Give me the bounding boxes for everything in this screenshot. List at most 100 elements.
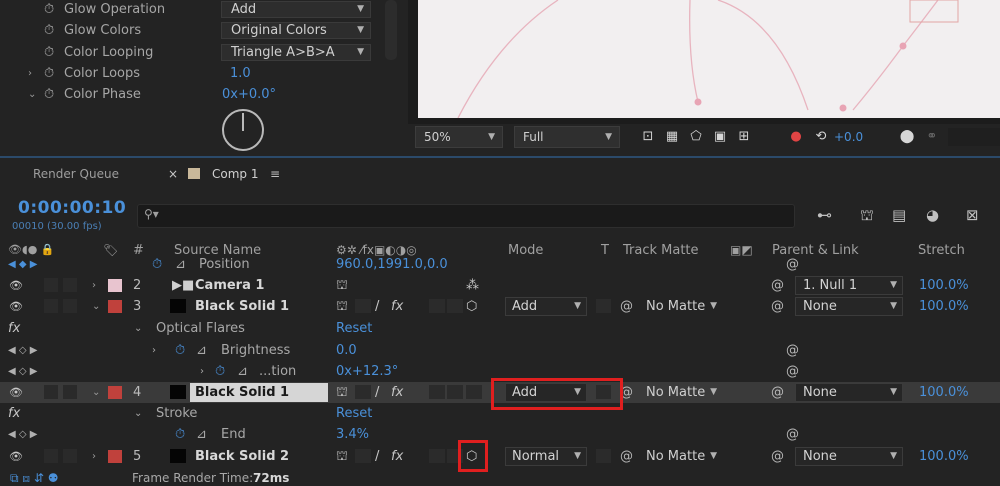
chevron-right-icon[interactable]: ›	[200, 361, 204, 382]
property-value[interactable]: 1.0	[230, 63, 251, 84]
chevron-down-icon[interactable]: ⌄	[92, 382, 100, 403]
stopwatch-icon[interactable]: ⏱	[44, 63, 54, 84]
track-matte-dropdown[interactable]: No Matte ▼	[640, 447, 722, 466]
visibility-eye-icon[interactable]: 👁	[9, 382, 23, 403]
chevron-right-icon[interactable]: ›	[92, 446, 96, 467]
lock-toggle[interactable]	[63, 449, 77, 463]
track-matte-dropdown[interactable]: No Matte ▼	[640, 383, 722, 402]
keyframe-nav-icon[interactable]: ◀ ◇ ▶	[8, 340, 37, 361]
current-time-display[interactable]: 0:00:00:10	[18, 198, 126, 218]
region-of-interest-icon[interactable]: ▣	[711, 128, 729, 146]
stopwatch-icon[interactable]: ⏱	[44, 42, 54, 63]
audio-toggle[interactable]	[44, 385, 58, 399]
pick-whip-icon[interactable]: @	[786, 361, 799, 382]
color-phase-dial[interactable]	[222, 109, 264, 151]
track-matte-pick-icon[interactable]: @	[620, 446, 633, 467]
scrollbar[interactable]	[385, 0, 397, 60]
audio-toggle[interactable]	[44, 278, 58, 292]
draft-3d-icon[interactable]: ⛫	[860, 206, 874, 226]
property-value[interactable]: 0.0	[336, 340, 357, 361]
lock-toggle[interactable]	[63, 385, 77, 399]
stopwatch-icon[interactable]: ⏱	[44, 0, 54, 20]
layer-row[interactable]: 👁 › 5 Black Solid 2 ⛫ / fx ⬡ Normal ▼ @ N…	[0, 446, 1000, 467]
layer-search-field[interactable]: ⚲▾	[137, 204, 795, 228]
stretch-value[interactable]: 100.0%	[919, 446, 969, 467]
property-value[interactable]: 3.4%	[336, 424, 369, 445]
mode-header[interactable]: Mode	[508, 243, 543, 258]
exposure-value[interactable]: +0.0	[834, 130, 863, 144]
3d-layer-switch[interactable]	[466, 385, 482, 399]
chevron-down-icon[interactable]: ⌄	[134, 318, 142, 339]
fx-switch-icon[interactable]: fx	[391, 382, 403, 403]
glow-colors-dropdown[interactable]: Original Colors ▼	[221, 22, 371, 39]
3d-layer-icon[interactable]: ⁂	[466, 275, 479, 296]
stopwatch-icon[interactable]: ⏱	[152, 258, 162, 272]
stretch-header[interactable]: Stretch	[918, 243, 965, 258]
track-matte-dropdown[interactable]: No Matte ▼	[640, 297, 722, 316]
graph-icon[interactable]: ⊿	[196, 340, 207, 361]
source-name-header[interactable]: Source Name	[174, 243, 261, 258]
chevron-right-icon[interactable]: ›	[28, 63, 32, 84]
label-color-swatch[interactable]	[108, 386, 122, 399]
layer-name[interactable]: Black Solid 2	[195, 446, 289, 467]
pick-whip-icon[interactable]: @	[771, 382, 784, 403]
chevron-down-icon[interactable]: ⌄	[28, 84, 36, 105]
preserve-transparency-toggle[interactable]	[596, 299, 611, 313]
chevron-right-icon[interactable]: ›	[152, 340, 156, 361]
pick-whip-icon[interactable]: @	[786, 424, 799, 445]
viewer-extra-field[interactable]	[948, 128, 1000, 146]
chevron-down-icon[interactable]: ⌄	[134, 403, 142, 424]
adjustment-switch[interactable]	[447, 299, 463, 313]
keyframe-nav-icon[interactable]: ◀ ◆ ▶	[8, 258, 37, 272]
stopwatch-icon[interactable]: ⏱	[44, 20, 54, 41]
composition-canvas[interactable]	[418, 0, 1000, 119]
track-matte-pick-icon[interactable]: @	[620, 296, 633, 317]
layer-name[interactable]: Camera 1	[195, 275, 264, 296]
frame-blending-icon[interactable]: ▤	[892, 206, 906, 224]
stopwatch-icon[interactable]: ⏱	[44, 84, 54, 105]
parent-dropdown[interactable]: None ▼	[795, 383, 903, 402]
graph-icon[interactable]: ⊿	[175, 258, 186, 272]
motion-blur-switch[interactable]	[429, 449, 445, 463]
shy-switch-icon[interactable]: ⛫	[336, 446, 348, 467]
fx-switch-icon[interactable]: fx	[391, 446, 403, 467]
stopwatch-icon[interactable]: ⏱	[175, 424, 185, 445]
lock-toggle[interactable]	[63, 299, 77, 313]
adjustment-switch[interactable]	[447, 385, 463, 399]
grid-guides-icon[interactable]: ⊞	[735, 128, 753, 146]
track-matte-header[interactable]: Track Matte	[623, 243, 699, 258]
effect-name[interactable]: Stroke	[156, 403, 197, 424]
reset-link[interactable]: Reset	[336, 318, 372, 339]
mask-visibility-icon[interactable]: ⬠	[687, 128, 705, 146]
quality-switch-icon[interactable]: /	[375, 382, 379, 403]
lock-toggle[interactable]	[63, 278, 77, 292]
comp-flowchart-icon[interactable]: ⊷	[817, 206, 832, 224]
shy-switch-icon[interactable]: ⛫	[336, 382, 348, 403]
parent-link-header[interactable]: Parent & Link	[772, 243, 859, 258]
show-snapshot-icon[interactable]: ⚭	[923, 128, 941, 146]
label-color-swatch[interactable]	[108, 450, 122, 463]
panel-menu-icon[interactable]: ≡	[270, 167, 280, 181]
resolution-dropdown[interactable]: Full ▼	[514, 126, 620, 148]
3d-layer-icon[interactable]: ⬡	[466, 296, 477, 317]
parent-dropdown[interactable]: 1. Null 1 ▼	[795, 276, 903, 295]
chevron-down-icon[interactable]: ⌄	[92, 296, 100, 317]
pick-whip-icon[interactable]: @	[771, 275, 784, 296]
transparency-grid-icon[interactable]: ▦	[663, 128, 681, 146]
label-color-swatch[interactable]	[108, 300, 122, 313]
label-color-swatch[interactable]	[108, 279, 122, 292]
keyframe-nav-icon[interactable]: ◀ ◇ ▶	[8, 424, 37, 445]
motion-blur-switch[interactable]	[429, 385, 445, 399]
chevron-right-icon[interactable]: ›	[92, 275, 96, 296]
collapse-switch[interactable]	[355, 299, 371, 313]
layer-row[interactable]: 👁 ⌄ 3 Black Solid 1 ⛫ / fx ⬡ Add ▼ @ No M…	[0, 296, 1000, 317]
layer-switches-toggle-icons[interactable]: ⧉ ⧈ ⇵ ⚉	[10, 469, 58, 486]
property-value[interactable]: 960.0,1991.0,0.0	[336, 258, 448, 272]
motion-blur-icon[interactable]: ◕	[926, 206, 939, 224]
audio-toggle[interactable]	[44, 299, 58, 313]
layer-name[interactable]: Black Solid 1	[195, 382, 289, 403]
layer-name[interactable]: Black Solid 1	[195, 296, 289, 317]
parent-dropdown[interactable]: None ▼	[795, 447, 903, 466]
quality-switch-icon[interactable]: /	[375, 446, 379, 467]
motion-blur-switch[interactable]	[429, 299, 445, 313]
